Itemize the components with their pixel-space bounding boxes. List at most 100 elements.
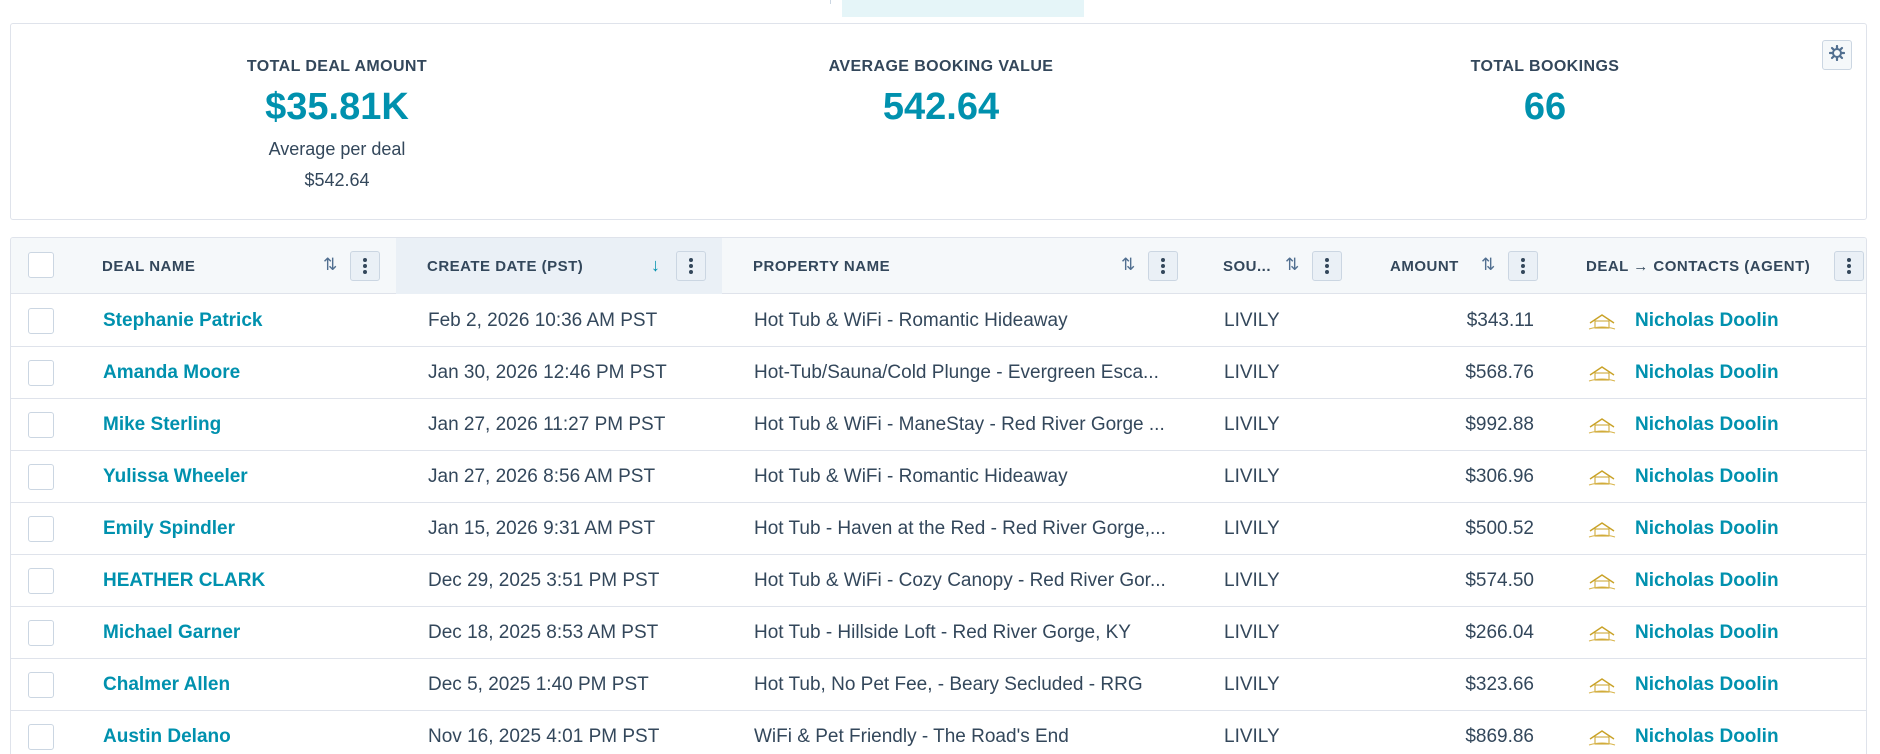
agent-contact-link[interactable]: Nicholas Doolin [1635,295,1779,347]
table-row[interactable]: Mike Sterling Jan 27, 2026 11:27 PM PST Ho… [11,399,1866,451]
table-row[interactable]: Michael Garner Dec 18, 2025 8:53 AM PST Ho… [11,607,1866,659]
column-menu-button[interactable] [350,251,380,281]
sort-icon[interactable]: ⇅ [323,255,337,275]
column-menu-button[interactable] [676,251,706,281]
more-vertical-icon [1847,258,1851,274]
deals-table: DEAL NAME ⇅ CREATE DATE (PST) ↓ PROPERTY… [10,237,1867,754]
table-row[interactable]: Yulissa Wheeler Jan 27, 2026 8:56 AM PST H… [11,451,1866,503]
gear-icon [1828,44,1846,66]
source-cell: LIVILY [1224,362,1280,383]
column-menu-button[interactable] [1148,251,1178,281]
select-all-checkbox[interactable] [28,252,54,278]
tab-active[interactable] [842,0,1084,17]
create-date-cell: Jan 30, 2026 12:46 PM PST [428,362,667,383]
row-checkbox[interactable] [28,620,54,646]
deal-name-link[interactable]: Emily Spindler [103,503,235,555]
property-name-cell: Hot Tub & WiFi - Romantic Hideaway [754,310,1068,331]
agent-contact-link[interactable]: Nicholas Doolin [1635,659,1779,711]
property-name-cell: Hot Tub & WiFi - Cozy Canopy - Red River… [754,570,1166,591]
table-row[interactable]: Austin Delano Nov 16, 2025 4:01 PM PST WiF… [11,711,1866,754]
property-name-cell: WiFi & Pet Friendly - The Road's End [754,726,1069,747]
deal-name-link[interactable]: Chalmer Allen [103,659,230,711]
amount-cell: $306.96 [1465,466,1534,487]
more-vertical-icon [1325,258,1329,274]
source-cell: LIVILY [1224,466,1280,487]
sort-icon[interactable]: ⇅ [1121,255,1135,275]
property-name-cell: Hot Tub, No Pet Fee, - Beary Secluded - … [754,674,1143,695]
deal-name-link[interactable]: Mike Sterling [103,399,221,451]
deal-name-link[interactable]: Michael Garner [103,607,240,659]
column-header-deal-name[interactable]: DEAL NAME [102,238,195,294]
sort-icon[interactable]: ⇅ [1481,255,1495,275]
more-vertical-icon [1161,258,1165,274]
column-menu-button[interactable] [1508,251,1538,281]
column-header-amount[interactable]: AMOUNT [1390,238,1459,294]
source-cell: LIVILY [1224,414,1280,435]
kpi-label: TOTAL BOOKINGS [1470,58,1620,75]
source-cell: LIVILY [1224,622,1280,643]
source-cell: LIVILY [1224,310,1280,331]
column-header-source[interactable]: SOU... [1223,238,1271,294]
source-cell: LIVILY [1224,726,1280,747]
more-vertical-icon [1521,258,1525,274]
agent-contact-link[interactable]: Nicholas Doolin [1635,451,1779,503]
row-checkbox[interactable] [28,308,54,334]
table-header: DEAL NAME ⇅ CREATE DATE (PST) ↓ PROPERTY… [11,238,1866,294]
kpi-value: $35.81K [265,86,409,128]
create-date-cell: Jan 27, 2026 11:27 PM PST [428,414,666,435]
sort-descending-icon[interactable]: ↓ [651,255,660,276]
create-date-cell: Jan 27, 2026 8:56 AM PST [428,466,656,487]
column-header-deal-contacts-agent[interactable]: DEAL → CONTACTS (AGENT) [1586,238,1810,294]
deal-name-link[interactable]: Amanda Moore [103,347,240,399]
staycation-logo-icon [1587,571,1617,591]
table-row[interactable]: Amanda Moore Jan 30, 2026 12:46 PM PST Hot… [11,347,1866,399]
row-checkbox[interactable] [28,516,54,542]
property-name-cell: Hot-Tub/Sauna/Cold Plunge - Evergreen Es… [754,362,1159,383]
kpi-sub-value: $542.64 [304,170,370,190]
staycation-logo-icon [1587,311,1617,331]
deal-name-link[interactable]: HEATHER CLARK [103,555,265,607]
staycation-logo-icon [1587,363,1617,383]
deal-name-link[interactable]: Yulissa Wheeler [103,451,248,503]
kpi-total-bookings: TOTAL BOOKINGS 66 [1345,58,1745,128]
agent-contact-link[interactable]: Nicholas Doolin [1635,555,1779,607]
column-menu-button[interactable] [1312,251,1342,281]
column-header-property-name[interactable]: PROPERTY NAME [753,238,890,294]
deal-name-link[interactable]: Stephanie Patrick [103,295,262,347]
agent-contact-link[interactable]: Nicholas Doolin [1635,503,1779,555]
create-date-cell: Dec 29, 2025 3:51 PM PST [428,570,660,591]
row-checkbox[interactable] [28,724,54,750]
row-checkbox[interactable] [28,568,54,594]
agent-contact-link[interactable]: Nicholas Doolin [1635,399,1779,451]
source-cell: LIVILY [1224,518,1280,539]
staycation-logo-icon [1587,467,1617,487]
create-date-cell: Nov 16, 2025 4:01 PM PST [428,726,660,747]
table-row[interactable]: HEATHER CLARK Dec 29, 2025 3:51 PM PST Hot… [11,555,1866,607]
table-row[interactable]: Chalmer Allen Dec 5, 2025 1:40 PM PST Hot … [11,659,1866,711]
row-checkbox[interactable] [28,360,54,386]
table-row[interactable]: Stephanie Patrick Feb 2, 2026 10:36 AM PS… [11,295,1866,347]
row-checkbox[interactable] [28,464,54,490]
column-menu-button[interactable] [1834,251,1864,281]
kpi-label: TOTAL DEAL AMOUNT [246,58,428,75]
sort-icon[interactable]: ⇅ [1285,255,1299,275]
deal-name-link[interactable]: Austin Delano [103,711,231,754]
tab-divider [830,0,831,4]
property-name-cell: Hot Tub & WiFi - Romantic Hideaway [754,466,1068,487]
row-checkbox[interactable] [28,412,54,438]
staycation-logo-icon [1587,675,1617,695]
agent-contact-link[interactable]: Nicholas Doolin [1635,607,1779,659]
agent-contact-link[interactable]: Nicholas Doolin [1635,347,1779,399]
amount-cell: $869.86 [1465,726,1534,747]
create-date-cell: Jan 15, 2026 9:31 AM PST [428,518,656,539]
summary-settings-button[interactable] [1822,40,1852,70]
row-checkbox[interactable] [28,672,54,698]
property-name-cell: Hot Tub - Hillside Loft - Red River Gorg… [754,622,1131,643]
more-vertical-icon [363,258,367,274]
kpi-value: 66 [1523,86,1567,128]
column-header-create-date[interactable]: CREATE DATE (PST) [427,238,583,294]
top-tab-strip [0,0,1880,18]
table-row[interactable]: Emily Spindler Jan 15, 2026 9:31 AM PST Ho… [11,503,1866,555]
agent-contact-link[interactable]: Nicholas Doolin [1635,711,1779,754]
amount-cell: $343.11 [1466,310,1534,331]
